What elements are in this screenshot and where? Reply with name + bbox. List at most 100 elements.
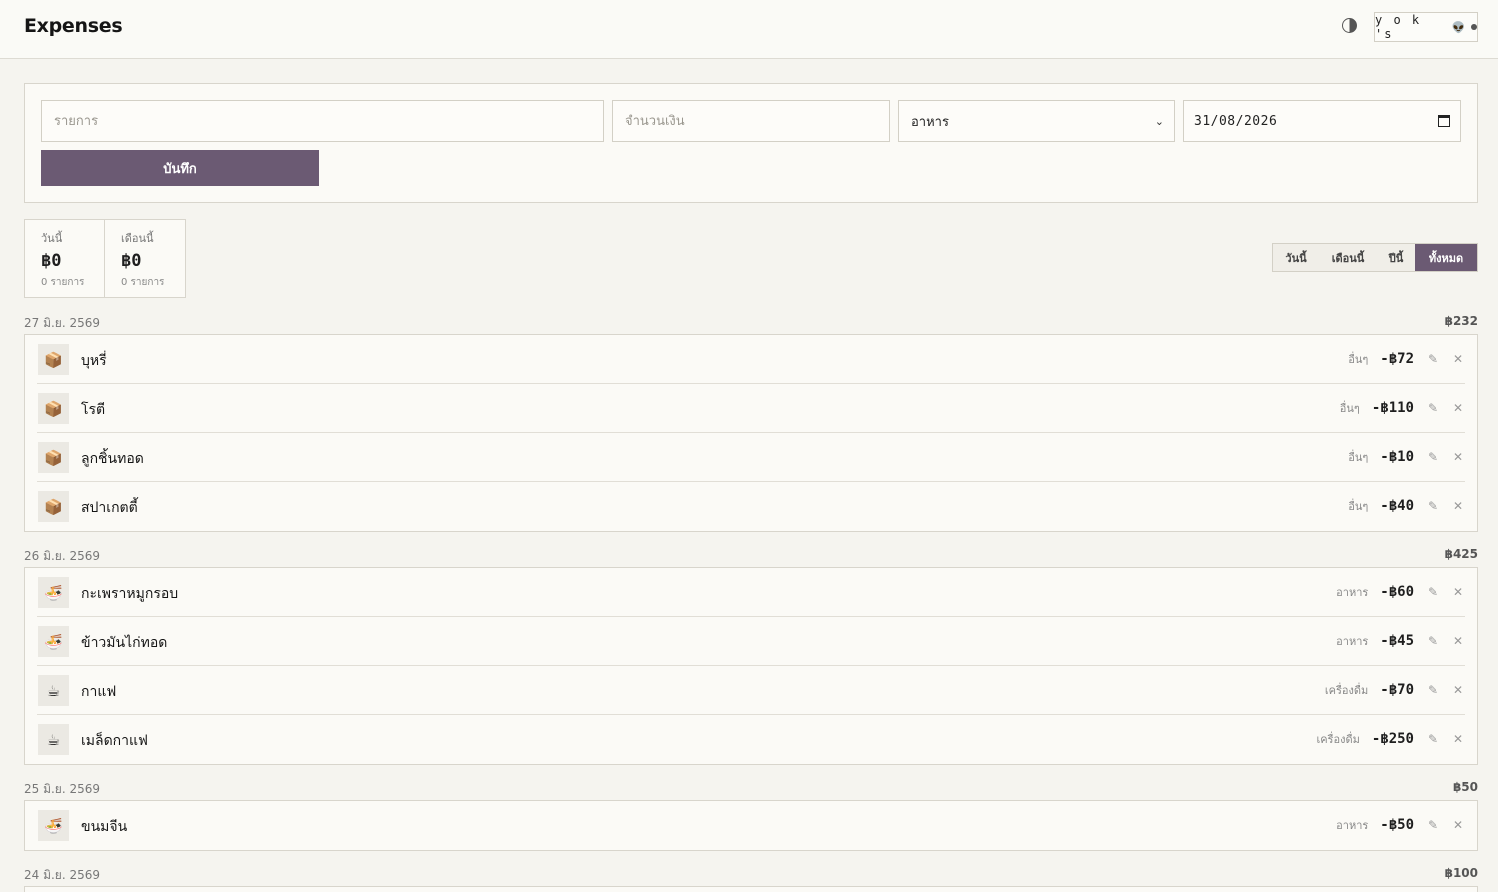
- day-header: 24 มิ.ย. 2569 ฿100: [24, 866, 1478, 882]
- noodle-bowl-icon: 🍜: [38, 626, 69, 657]
- package-icon: 📦: [38, 393, 69, 424]
- expense-amount: -฿40: [1380, 498, 1414, 514]
- expense-name: โรตี: [81, 402, 106, 418]
- edit-icon[interactable]: ✎: [1426, 450, 1440, 464]
- day-card: [24, 886, 1478, 892]
- theme-toggle-icon[interactable]: [1342, 18, 1357, 33]
- day-card: 🍜 ขนมจีน อาหาร -฿50 ✎ ✕: [24, 800, 1478, 851]
- expense-row: ☕ กาแฟ เครื่องดื่ม -฿70 ✎ ✕: [37, 666, 1465, 715]
- delete-icon[interactable]: ✕: [1451, 634, 1465, 648]
- delete-icon[interactable]: ✕: [1451, 732, 1465, 746]
- alien-icon: 👽: [1451, 20, 1466, 34]
- expense-amount: -฿110: [1371, 400, 1414, 416]
- day-date: 24 มิ.ย. 2569: [24, 868, 101, 882]
- user-name: y o k 's: [1375, 13, 1422, 41]
- package-icon: 📦: [38, 442, 69, 473]
- delete-icon[interactable]: ✕: [1451, 499, 1465, 513]
- edit-icon[interactable]: ✎: [1426, 634, 1440, 648]
- expense-name: กะเพราหมูกรอบ: [81, 586, 179, 602]
- category-value: อาหาร: [911, 114, 949, 130]
- edit-icon[interactable]: ✎: [1426, 499, 1440, 513]
- coffee-icon: ☕: [38, 675, 69, 706]
- stat-label: เดือนนี้: [121, 232, 154, 245]
- delete-icon[interactable]: ✕: [1451, 352, 1465, 366]
- package-icon: 📦: [38, 491, 69, 522]
- stat-month: เดือนนี้ ฿0 0 รายการ: [105, 220, 185, 297]
- stat-count: 0 รายการ: [121, 277, 165, 288]
- expense-category: อื่นๆ: [1348, 500, 1369, 513]
- expense-category: อื่นๆ: [1339, 402, 1360, 415]
- expense-name: บุหรี่: [81, 353, 107, 369]
- day-card: 🍜 กะเพราหมูกรอบ อาหาร -฿60 ✎ ✕ 🍜 ข้าวมัน…: [24, 567, 1478, 765]
- expense-row: 📦 ลูกชิ้นทอด อื่นๆ -฿10 ✎ ✕: [37, 433, 1465, 482]
- day-header: 25 มิ.ย. 2569 ฿50: [24, 780, 1478, 796]
- noodle-bowl-icon: 🍜: [38, 577, 69, 608]
- expense-category: อื่นๆ: [1348, 451, 1369, 464]
- expense-row: 📦 สปาเกตตี้ อื่นๆ -฿40 ✎ ✕: [37, 482, 1465, 531]
- day-total: ฿232: [1444, 314, 1478, 328]
- expense-name: สปาเกตตี้: [81, 500, 138, 516]
- save-button[interactable]: บันทึก: [41, 150, 319, 186]
- package-icon: 📦: [38, 344, 69, 375]
- expense-amount: -฿10: [1380, 449, 1414, 465]
- expense-amount: -฿60: [1380, 584, 1414, 600]
- expense-category: เครื่องดื่ม: [1316, 733, 1360, 746]
- stat-value: ฿0: [121, 251, 142, 271]
- expense-name: ลูกชิ้นทอด: [81, 451, 144, 467]
- user-menu-button[interactable]: y o k 's 👽: [1374, 12, 1478, 42]
- expense-row: 🍜 ขนมจีน อาหาร -฿50 ✎ ✕: [37, 801, 1465, 850]
- day-date: 27 มิ.ย. 2569: [24, 316, 101, 330]
- date-value: 31/08/2026: [1194, 113, 1278, 129]
- filter-month[interactable]: เดือนนี้: [1319, 244, 1377, 271]
- expense-amount: -฿72: [1380, 351, 1414, 367]
- stats-panel: วันนี้ ฿0 0 รายการ เดือนนี้ ฿0 0 รายการ: [24, 219, 186, 298]
- expense-row: 🍜 กะเพราหมูกรอบ อาหาร -฿60 ✎ ✕: [37, 568, 1465, 617]
- edit-icon[interactable]: ✎: [1426, 585, 1440, 599]
- expense-row: 📦 บุหรี่ อื่นๆ -฿72 ✎ ✕: [37, 335, 1465, 384]
- filter-today[interactable]: วันนี้: [1273, 244, 1319, 271]
- edit-icon[interactable]: ✎: [1426, 732, 1440, 746]
- stat-today: วันนี้ ฿0 0 รายการ: [25, 220, 105, 297]
- edit-icon[interactable]: ✎: [1426, 683, 1440, 697]
- date-input[interactable]: 31/08/2026: [1183, 100, 1461, 142]
- day-date: 26 มิ.ย. 2569: [24, 549, 101, 563]
- noodle-bowl-icon: 🍜: [38, 810, 69, 841]
- delete-icon[interactable]: ✕: [1451, 401, 1465, 415]
- day-date: 25 มิ.ย. 2569: [24, 782, 101, 796]
- expense-form: อาหาร ⌄ 31/08/2026 บันทึก: [24, 83, 1478, 203]
- edit-icon[interactable]: ✎: [1426, 352, 1440, 366]
- amount-input[interactable]: [612, 100, 890, 142]
- item-input[interactable]: [41, 100, 604, 142]
- expense-category: อาหาร: [1336, 819, 1369, 832]
- edit-icon[interactable]: ✎: [1426, 401, 1440, 415]
- top-bar: Expenses y o k 's 👽: [0, 0, 1498, 59]
- delete-icon[interactable]: ✕: [1451, 450, 1465, 464]
- expense-name: เมล็ดกาแฟ: [81, 733, 148, 749]
- day-total: ฿50: [1452, 780, 1478, 794]
- delete-icon[interactable]: ✕: [1451, 585, 1465, 599]
- chevron-down-icon: ⌄: [1154, 114, 1164, 128]
- status-dot-icon: [1471, 24, 1477, 30]
- expense-row: ☕ เมล็ดกาแฟ เครื่องดื่ม -฿250 ✎ ✕: [37, 715, 1465, 764]
- stat-label: วันนี้: [41, 232, 63, 245]
- expense-amount: -฿70: [1380, 682, 1414, 698]
- period-filter: วันนี้ เดือนนี้ ปีนี้ ทั้งหมด: [1272, 243, 1478, 272]
- stat-value: ฿0: [41, 251, 62, 271]
- filter-year[interactable]: ปีนี้: [1377, 244, 1415, 271]
- calendar-icon[interactable]: [1438, 115, 1450, 127]
- delete-icon[interactable]: ✕: [1451, 683, 1465, 697]
- coffee-icon: ☕: [38, 724, 69, 755]
- expense-name: ข้าวมันไก่ทอด: [81, 635, 168, 651]
- expense-category: อาหาร: [1336, 586, 1369, 599]
- delete-icon[interactable]: ✕: [1451, 818, 1465, 832]
- expense-amount: -฿45: [1380, 633, 1414, 649]
- expense-amount: -฿250: [1371, 731, 1414, 747]
- category-select[interactable]: อาหาร ⌄: [898, 100, 1175, 142]
- day-total: ฿100: [1444, 866, 1478, 880]
- expense-name: ขนมจีน: [81, 819, 128, 835]
- expense-category: เครื่องดื่ม: [1324, 684, 1369, 697]
- day-header: 26 มิ.ย. 2569 ฿425: [24, 547, 1478, 563]
- edit-icon[interactable]: ✎: [1426, 818, 1440, 832]
- filter-all[interactable]: ทั้งหมด: [1415, 244, 1477, 271]
- expense-row: 🍜 ข้าวมันไก่ทอด อาหาร -฿45 ✎ ✕: [37, 617, 1465, 666]
